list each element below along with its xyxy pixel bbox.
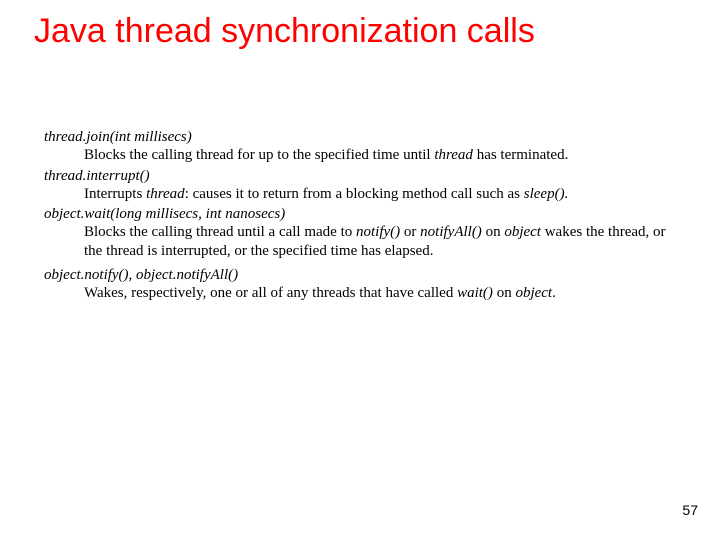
text: Interrupts [84,186,146,202]
text: . [552,285,556,301]
slide-body: thread.join(int millisecs) Blocks the ca… [44,128,674,305]
slide-title: Java thread synchronization calls [34,12,700,51]
entry: object.notify(), object.notifyAll() Wake… [44,266,674,303]
method-signature: thread.interrupt() [44,167,674,185]
page-number: 57 [682,502,698,518]
italic-term: thread [146,186,185,202]
italic-term: sleep(). [524,186,569,202]
text: on [482,224,505,240]
text: Blocks the calling thread until a call m… [84,224,356,240]
italic-term: thread [434,147,473,163]
method-description: Interrupts thread: causes it to return f… [84,185,674,203]
method-signature: object.notify(), object.notifyAll() [44,266,674,284]
text: has terminated. [473,147,568,163]
italic-term: notifyAll() [420,224,482,240]
italic-term: wait() [457,285,493,301]
method-description: Wakes, respectively, one or all of any t… [84,284,674,302]
method-signature: thread.join(int millisecs) [44,128,674,146]
slide: Java thread synchronization calls thread… [0,0,720,540]
text: or [400,224,420,240]
italic-term: object [515,285,552,301]
entry: object.wait(long millisecs, int nanosecs… [44,205,674,260]
entry: thread.interrupt() Interrupts thread: ca… [44,167,674,204]
method-signature: object.wait(long millisecs, int nanosecs… [44,205,674,223]
italic-term: notify() [356,224,400,240]
text: on [493,285,516,301]
text: Wakes, respectively, one or all of any t… [84,285,457,301]
method-description: Blocks the calling thread until a call m… [84,223,674,260]
text: Blocks the calling thread for up to the … [84,147,434,163]
text: : causes it to return from a blocking me… [185,186,524,202]
italic-term: object [504,224,541,240]
entry: thread.join(int millisecs) Blocks the ca… [44,128,674,165]
method-description: Blocks the calling thread for up to the … [84,146,674,164]
